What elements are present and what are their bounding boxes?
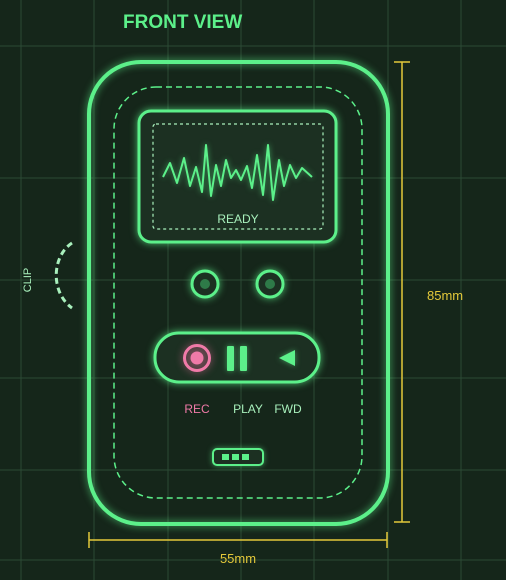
screen-status-text: READY	[217, 212, 258, 226]
clip-outline	[54, 241, 73, 310]
record-icon-dot	[190, 351, 204, 365]
width-dimension-label: 55mm	[220, 551, 256, 566]
height-dimension-label: 85mm	[427, 288, 463, 303]
width-dimension-line	[88, 532, 388, 548]
blueprint-canvas: FRONT VIEW READY REC PLAY FWD CLIP 85mm …	[0, 0, 506, 580]
page-title: FRONT VIEW	[123, 12, 242, 33]
rec-label: REC	[184, 402, 210, 416]
speaker-grille-icon	[212, 448, 264, 466]
left-round-button[interactable]	[190, 269, 220, 299]
fwd-label: FWD	[274, 402, 302, 416]
pause-icon-right-bar	[240, 346, 247, 371]
right-button-center-dot	[265, 279, 275, 289]
pause-icon-left-bar	[227, 346, 234, 371]
right-round-button[interactable]	[255, 269, 285, 299]
left-button-center-dot	[200, 279, 210, 289]
play-label: PLAY	[233, 402, 263, 416]
clip-label: CLIP	[22, 268, 34, 292]
height-dimension-line	[394, 61, 410, 523]
